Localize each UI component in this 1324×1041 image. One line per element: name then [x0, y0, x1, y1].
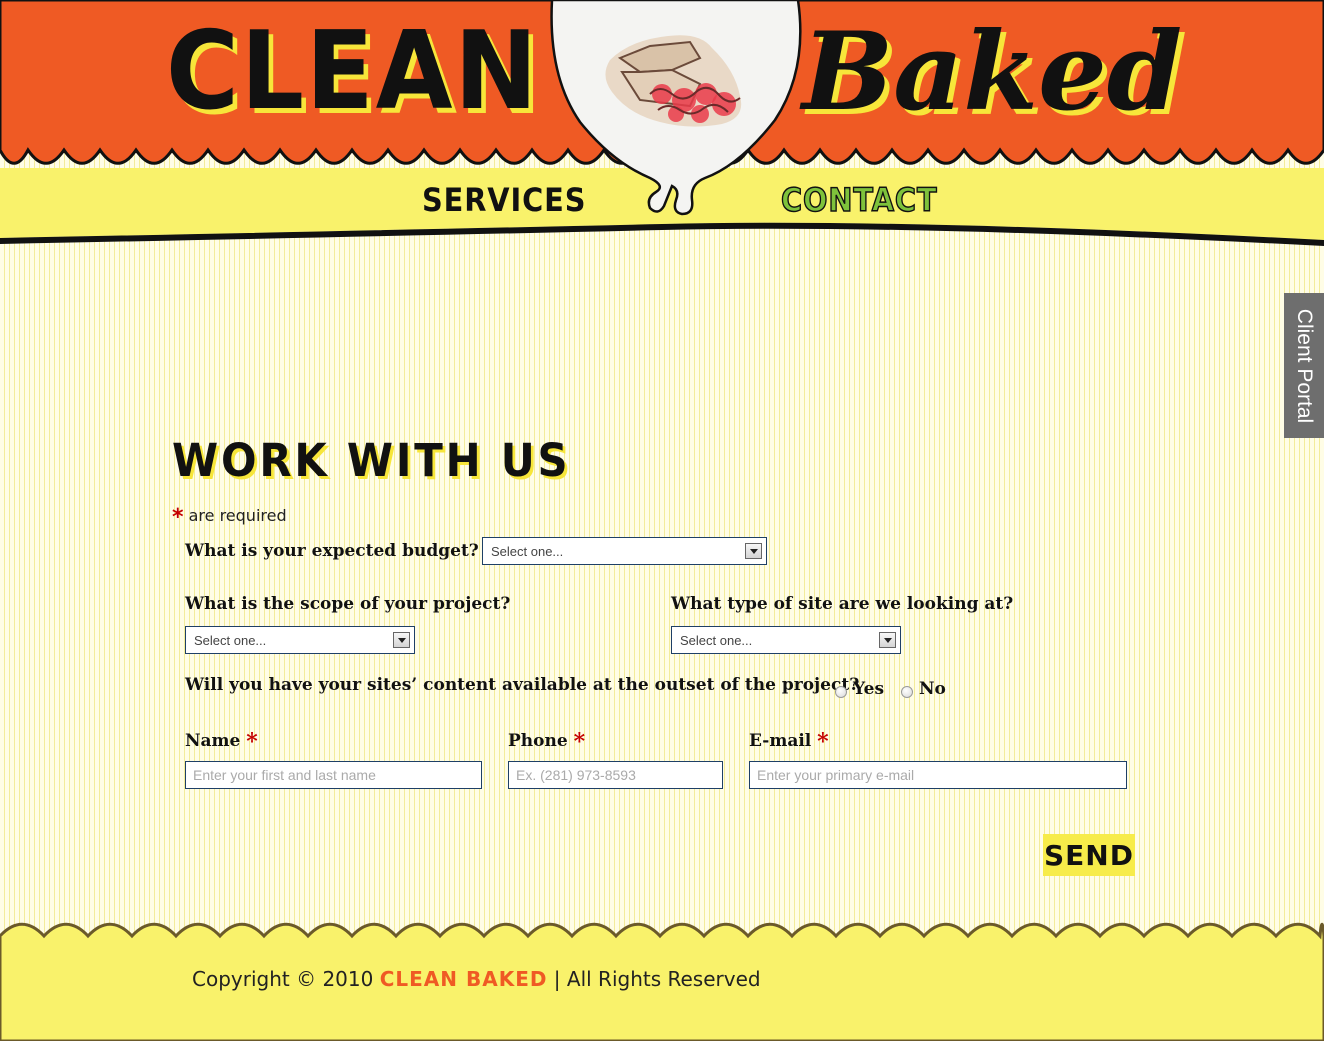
- site-type-select[interactable]: Select one...: [671, 626, 901, 654]
- budget-label: What is your expected budget?: [185, 541, 479, 561]
- budget-select-value: Select one...: [491, 544, 564, 559]
- chevron-down-icon: [393, 632, 410, 648]
- scope-select-value: Select one...: [194, 633, 267, 648]
- nav-contact-link[interactable]: CONTACT: [780, 183, 938, 217]
- content-no-radio[interactable]: [901, 686, 913, 698]
- site-header: CLEAN Baked SERVICES CONTACT: [0, 0, 1324, 248]
- required-note-text: are required: [188, 506, 287, 525]
- site-type-label: What type of site are we looking at?: [671, 594, 1014, 614]
- scope-select[interactable]: Select one...: [185, 626, 415, 654]
- scope-label: What is the scope of your project?: [185, 594, 511, 614]
- required-note: * are required: [172, 505, 287, 530]
- phone-label: Phone *: [508, 729, 585, 755]
- content-no-label[interactable]: No: [919, 679, 946, 699]
- footer-copyright: Copyright © 2010 CLEAN BAKED | All Right…: [192, 967, 761, 991]
- content-yes-label[interactable]: Yes: [853, 679, 884, 699]
- phone-input[interactable]: [508, 761, 723, 789]
- name-label-text: Name: [185, 731, 241, 751]
- email-required-star: *: [817, 729, 829, 755]
- site-type-select-value: Select one...: [680, 633, 753, 648]
- logo-baked-text: Baked: [802, 9, 1183, 135]
- email-label-text: E-mail: [749, 731, 812, 751]
- required-star: *: [172, 505, 184, 530]
- footer-copyright-prefix: Copyright © 2010: [192, 967, 380, 991]
- email-input[interactable]: [749, 761, 1127, 789]
- name-input[interactable]: [185, 761, 482, 789]
- content-available-label: Will you have your sites’ content availa…: [185, 675, 860, 695]
- nav-services-link[interactable]: SERVICES: [422, 184, 586, 216]
- send-button[interactable]: SEND: [1043, 834, 1135, 876]
- footer-brand: CLEAN BAKED: [379, 967, 548, 991]
- email-label: E-mail *: [749, 729, 829, 755]
- chevron-down-icon: [879, 632, 896, 648]
- name-label: Name *: [185, 729, 258, 755]
- footer-copyright-suffix: | All Rights Reserved: [547, 967, 761, 991]
- budget-select[interactable]: Select one...: [482, 537, 767, 565]
- page-title: WORK WITH US: [172, 434, 571, 487]
- content-yes-radio[interactable]: [835, 686, 847, 698]
- phone-label-text: Phone: [508, 731, 568, 751]
- logo-clean-text: CLEAN: [166, 9, 540, 134]
- client-portal-tab[interactable]: Client Portal: [1284, 293, 1324, 438]
- client-portal-label: Client Portal: [1293, 308, 1317, 423]
- chevron-down-icon: [745, 543, 762, 559]
- name-required-star: *: [246, 729, 258, 755]
- phone-required-star: *: [573, 729, 586, 755]
